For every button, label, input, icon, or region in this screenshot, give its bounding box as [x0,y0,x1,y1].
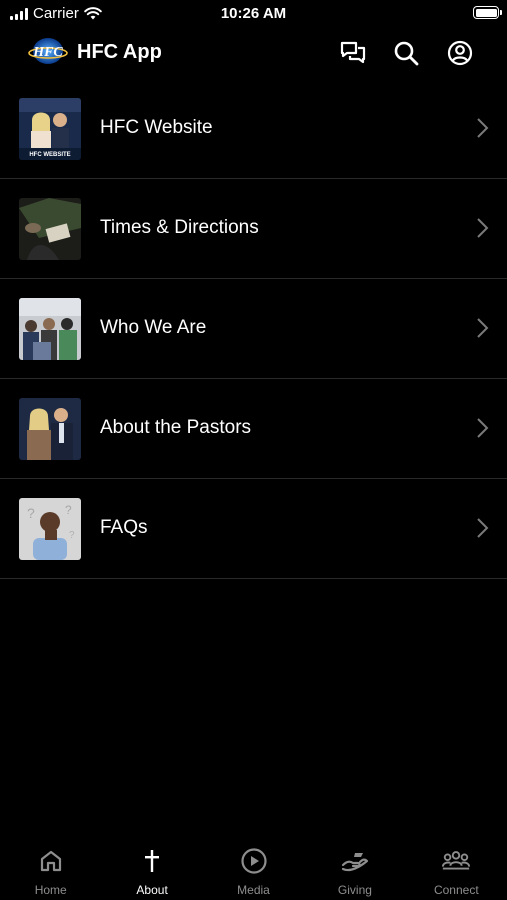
profile-icon[interactable] [445,38,475,68]
menu-item-who-we-are[interactable]: Who We Are [0,279,507,379]
menu-item-label: Who We Are [100,317,207,338]
menu-item-about-pastors[interactable]: About the Pastors [0,379,507,479]
status-bar: Carrier 10:26 AM [0,0,507,28]
svg-text:?: ? [27,505,35,521]
app-header: HFC HFC App [0,30,507,76]
tab-label: Connect [433,883,479,897]
chevron-right-icon [477,218,489,238]
tab-label: About [136,883,168,897]
menu-item-label: FAQs [100,517,148,538]
search-icon[interactable] [391,38,421,68]
hfc-logo[interactable]: HFC [28,35,68,67]
menu-item-label: About the Pastors [100,417,252,438]
chevron-right-icon [477,518,489,538]
menu-list: HFC WEBSITE HFC Website Times & Directio… [0,79,507,579]
group-icon [441,846,471,876]
menu-item-faqs[interactable]: ? ? ? FAQs [0,479,507,579]
faqs-thumbnail: ? ? ? [19,498,81,560]
chevron-right-icon [477,318,489,338]
thumb-caption: HFC WEBSITE [29,152,70,158]
chevron-right-icon [477,418,489,438]
hfc-website-thumbnail: HFC WEBSITE [19,98,81,160]
menu-item-label: HFC Website [100,117,213,138]
play-icon [239,846,269,876]
app-title: HFC App [77,41,162,63]
tab-label: Home [34,883,67,897]
giving-hand-icon [340,846,370,876]
tab-label: Media [237,883,270,897]
tab-about[interactable]: About [101,840,202,900]
svg-text:?: ? [65,503,72,517]
chevron-right-icon [477,118,489,138]
menu-item-label: Times & Directions [100,217,259,238]
tab-home[interactable]: Home [0,840,101,900]
logo-text: HFC [32,45,63,60]
menu-item-hfc-website[interactable]: HFC WEBSITE HFC Website [0,79,507,179]
home-icon [36,846,66,876]
menu-item-times-directions[interactable]: Times & Directions [0,179,507,279]
tab-media[interactable]: Media [203,840,304,900]
svg-text:?: ? [69,530,75,541]
chat-icon[interactable] [338,38,368,68]
tab-label: Giving [337,883,372,897]
status-time: 10:26 AM [220,5,287,22]
battery-icon [473,6,502,19]
times-directions-thumbnail [19,198,81,260]
about-pastors-thumbnail [19,398,81,460]
tab-connect[interactable]: Connect [406,840,507,900]
who-we-are-thumbnail [19,298,81,360]
tab-bar: Home About Media Giving Connect [0,840,507,900]
cross-icon [137,846,167,876]
tab-giving[interactable]: Giving [304,840,405,900]
